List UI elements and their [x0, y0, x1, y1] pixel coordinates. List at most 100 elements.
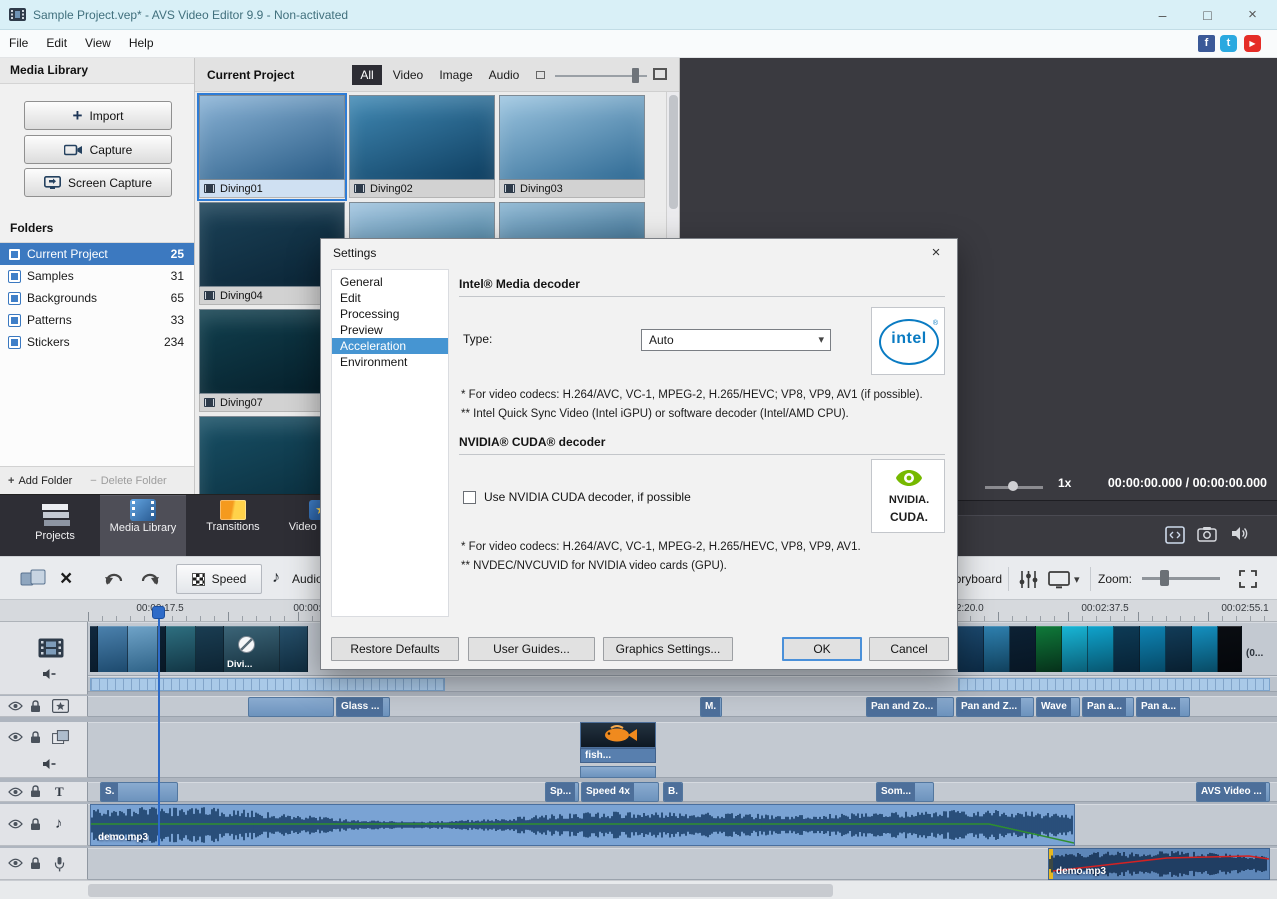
video-clip-thumb[interactable]	[1140, 626, 1166, 672]
fullscreen-timeline-icon[interactable]	[1238, 569, 1258, 589]
video-clip-thumb[interactable]	[958, 626, 984, 672]
maximize-button[interactable]: □	[1185, 0, 1230, 30]
video-clip-thumb[interactable]	[128, 626, 158, 672]
text-segment[interactable]: Som...	[876, 782, 934, 802]
video-clip-thumb[interactable]	[196, 626, 224, 672]
transition-badge-icon[interactable]	[238, 636, 255, 653]
video-clip-thumb[interactable]	[1166, 626, 1192, 672]
effect-segment[interactable]: Glass ...	[336, 697, 390, 717]
video-clip-thumb[interactable]	[98, 626, 128, 672]
user-guides-button[interactable]: User Guides...	[468, 637, 595, 661]
volume-icon[interactable]	[1231, 526, 1249, 541]
lock-icon[interactable]	[30, 700, 41, 713]
transition-strip[interactable]	[90, 678, 445, 691]
filter-tab[interactable]: Image	[433, 65, 479, 85]
video-clip-thumb[interactable]	[1114, 626, 1140, 672]
twitter-icon[interactable]: t	[1220, 35, 1237, 52]
effect-segment[interactable]: Pan and Z...	[956, 697, 1034, 717]
folder-item[interactable]: Samples 31	[0, 265, 194, 287]
lock-icon[interactable]	[30, 731, 41, 744]
decoder-type-dropdown[interactable]: Auto ▾	[641, 329, 831, 351]
effect-segment[interactable]: Pan a...	[1136, 697, 1190, 717]
audio-clip[interactable]: demo.mp3	[90, 804, 1075, 846]
settings-category[interactable]: Processing	[332, 306, 448, 322]
close-button[interactable]: ×	[1230, 0, 1275, 30]
visibility-eye-icon[interactable]	[8, 787, 23, 797]
audio-note-icon[interactable]: ♪	[272, 569, 280, 587]
restore-defaults-button[interactable]: Restore Defaults	[331, 637, 459, 661]
overlay-mute-icon[interactable]	[42, 758, 56, 770]
folder-item[interactable]: Stickers 234	[0, 331, 194, 353]
text-segment[interactable]: AVS Video ...	[1196, 782, 1270, 802]
playhead-line[interactable]	[158, 619, 160, 846]
undo-icon[interactable]	[102, 571, 126, 588]
playback-speed-slider-thumb[interactable]	[1008, 481, 1018, 491]
speed-button[interactable]: Speed	[176, 564, 262, 594]
visibility-eye-icon[interactable]	[8, 701, 23, 711]
clip-item[interactable]: Diving02	[349, 95, 495, 199]
settings-category[interactable]: General	[332, 274, 448, 290]
timeline-scrollbar[interactable]	[0, 880, 1277, 899]
lock-icon[interactable]	[30, 785, 41, 798]
transition-strip[interactable]	[958, 678, 1270, 691]
text-segment[interactable]: Sp...	[545, 782, 579, 802]
facebook-icon[interactable]: f	[1198, 35, 1215, 52]
redo-icon[interactable]	[138, 571, 162, 588]
lock-icon[interactable]	[30, 818, 41, 831]
timeline-mode-icon[interactable]	[20, 569, 48, 590]
overlay-clip-bar[interactable]	[580, 766, 656, 778]
main-tab[interactable]: Projects	[12, 495, 98, 557]
screen-capture-button[interactable]: Screen Capture	[24, 168, 172, 197]
clip-item[interactable]: Diving03	[499, 95, 645, 199]
effect-segment[interactable]: Pan a...	[1082, 697, 1134, 717]
nvidia-cuda-checkbox[interactable]	[463, 491, 476, 504]
settings-category[interactable]: Environment	[332, 354, 448, 370]
cancel-button[interactable]: Cancel	[869, 637, 949, 661]
zoom-slider-thumb[interactable]	[1160, 570, 1169, 586]
zoom-slider[interactable]	[1142, 577, 1220, 580]
video-clip-thumb[interactable]	[280, 626, 308, 672]
volume-envelope-line[interactable]	[91, 805, 1074, 845]
main-tab[interactable]: Media Library	[100, 495, 186, 557]
visibility-eye-icon[interactable]	[8, 858, 23, 868]
settings-category[interactable]: Acceleration	[332, 338, 448, 354]
video-clip-thumb[interactable]	[1036, 626, 1062, 672]
effect-segment[interactable]: Wave	[1036, 697, 1080, 717]
video-clip-thumb[interactable]	[1062, 626, 1088, 672]
import-button[interactable]: + Import	[24, 101, 172, 130]
text-segment[interactable]: S.	[100, 782, 178, 802]
display-mode-icon[interactable]	[1048, 571, 1071, 589]
audio-mixer-icon[interactable]	[1018, 570, 1039, 589]
video-clip-thumb[interactable]	[166, 626, 196, 672]
settings-category[interactable]: Edit	[332, 290, 448, 306]
folder-item[interactable]: Patterns 33	[0, 309, 194, 331]
fit-to-screen-icon[interactable]	[1165, 526, 1185, 544]
clip-item[interactable]: Diving01	[197, 93, 347, 201]
text-segment[interactable]: Speed 4x	[581, 782, 659, 802]
lock-icon[interactable]	[30, 857, 41, 870]
video-clip-thumb[interactable]	[1010, 626, 1036, 672]
snapshot-icon[interactable]	[1197, 526, 1217, 542]
video-clip-thumb[interactable]	[1218, 626, 1242, 672]
video-clip-thumb[interactable]	[1088, 626, 1114, 672]
video-mute-icon[interactable]	[42, 668, 56, 680]
folder-item[interactable]: Backgrounds 65	[0, 287, 194, 309]
overlay-clip-thumbnail[interactable]	[580, 722, 656, 748]
display-dropdown-arrow[interactable]: ▾	[1074, 573, 1080, 586]
filter-tab[interactable]: All	[352, 65, 382, 85]
video-clip-thumb[interactable]	[1192, 626, 1218, 672]
dialog-close-icon[interactable]: ×	[925, 244, 947, 264]
project-scrollbar-thumb[interactable]	[669, 95, 678, 209]
menu-item[interactable]: Help	[120, 30, 163, 58]
main-tab[interactable]: Transitions	[190, 495, 276, 557]
folder-item[interactable]: Current Project 25	[0, 243, 194, 265]
effect-segment[interactable]	[248, 697, 334, 717]
video-clip-thumb[interactable]	[90, 626, 98, 672]
menu-item[interactable]: Edit	[37, 30, 76, 58]
audio-tool-label[interactable]: Audio	[292, 572, 323, 586]
delete-icon[interactable]: ×	[60, 557, 72, 601]
video-clip-thumb[interactable]	[984, 626, 1010, 672]
menu-item[interactable]: View	[76, 30, 120, 58]
minimize-button[interactable]: –	[1140, 0, 1185, 30]
filter-tab[interactable]: Audio	[481, 65, 527, 85]
